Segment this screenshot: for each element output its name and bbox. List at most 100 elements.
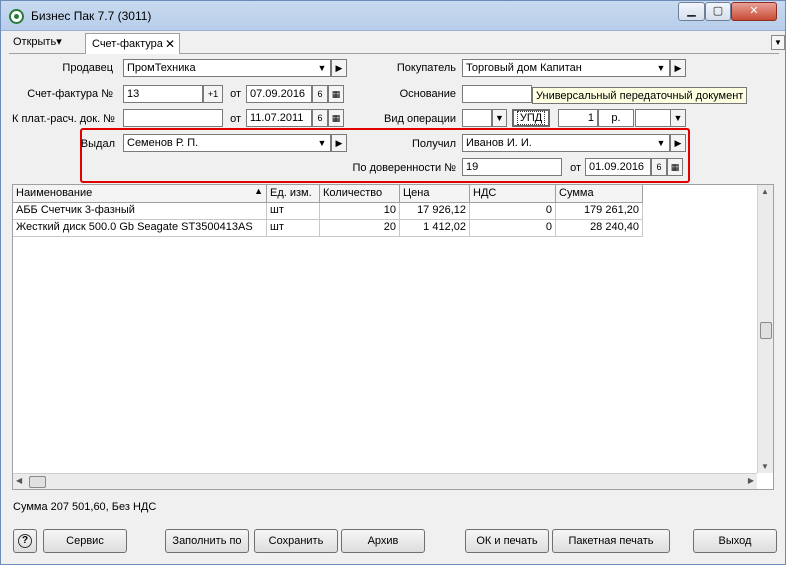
issued-by-label: Выдал [80, 138, 115, 150]
payment-doc-input[interactable] [123, 109, 223, 127]
chevron-down-icon[interactable]: ▼ [655, 136, 667, 150]
batch-print-button[interactable]: Пакетная печать [552, 529, 670, 553]
tab-list-dropdown-icon[interactable]: ▼ [771, 35, 785, 50]
seller-combo[interactable]: ПромТехника ▼ [123, 59, 331, 77]
basis-label: Основание [399, 88, 456, 100]
seller-select-button[interactable]: ▶ [331, 59, 347, 77]
operation-extra-dropdown-icon[interactable]: ▼ [670, 109, 686, 127]
cell-price: 1 412,02 [400, 220, 470, 237]
cell-sum: 179 261,20 [556, 203, 643, 220]
cell-quantity: 20 [320, 220, 400, 237]
seller-value: ПромТехника [127, 62, 196, 74]
cell-vat: 0 [470, 203, 556, 220]
column-header-unit[interactable]: Ед. изм. [267, 185, 320, 203]
archive-button[interactable]: Архив [341, 529, 425, 553]
cell-unit: шт [267, 220, 320, 237]
total-status-text: Сумма 207 501,60, Без НДС [13, 501, 157, 513]
column-header-price[interactable]: Цена [400, 185, 470, 203]
buyer-select-button[interactable]: ▶ [670, 59, 686, 77]
received-by-select-button[interactable]: ▶ [670, 134, 686, 152]
payment-date-day-button[interactable]: 6 [312, 109, 328, 127]
invoice-date-from-label: от [230, 88, 241, 100]
help-icon: ? [18, 534, 32, 548]
scroll-right-icon[interactable]: ▶ [748, 476, 754, 485]
upd-toggle-label: УПД [516, 111, 546, 125]
seller-label: Продавец [62, 62, 113, 74]
calendar-icon[interactable]: ▦ [667, 158, 683, 176]
chevron-down-icon[interactable]: ▼ [316, 136, 328, 150]
invoice-number-label: Счет-фактура № [27, 88, 113, 100]
payment-date-input[interactable]: 11.07.2011 [246, 109, 312, 127]
horizontal-scroll-thumb[interactable] [29, 476, 46, 488]
horizontal-scrollbar[interactable]: ◀ ▶ [13, 473, 757, 489]
operation-extra-input[interactable] [635, 109, 671, 127]
window-title: Бизнес Пак 7.7 (3011) [31, 9, 152, 23]
calendar-icon[interactable]: ▦ [328, 85, 344, 103]
cell-sum: 28 240,40 [556, 220, 643, 237]
received-by-label: Получил [412, 138, 456, 150]
chevron-down-icon[interactable]: ▼ [316, 61, 328, 75]
cell-quantity: 10 [320, 203, 400, 220]
close-tab-icon[interactable]: ✕ [165, 37, 175, 51]
scroll-left-icon[interactable]: ◀ [16, 476, 22, 485]
operation-type-combo[interactable] [462, 109, 492, 127]
cell-name: АББ Счетчик 3-фазный [13, 203, 267, 220]
received-by-value: Иванов И. И. [466, 137, 532, 149]
sort-ascending-icon: ▲ [254, 186, 263, 196]
column-header-vat[interactable]: НДС [470, 185, 556, 203]
invoice-number-input[interactable]: 13 [123, 85, 203, 103]
issued-by-select-button[interactable]: ▶ [331, 134, 347, 152]
exit-button[interactable]: Выход [693, 529, 777, 553]
vertical-scrollbar[interactable]: ▲ ▼ [757, 185, 773, 473]
cell-vat: 0 [470, 220, 556, 237]
increment-number-button[interactable]: +1 [203, 85, 223, 103]
payment-date-from-label: от [230, 113, 241, 125]
received-by-combo[interactable]: Иванов И. И. ▼ [462, 134, 670, 152]
maximize-button[interactable]: ▢ [705, 2, 731, 21]
save-button[interactable]: Сохранить [254, 529, 338, 553]
column-header-quantity[interactable]: Количество [320, 185, 400, 203]
minimize-button[interactable]: ▁ [678, 2, 705, 21]
table-header: Наименование ▲ Ед. изм. Количество Цена … [13, 185, 643, 203]
help-button[interactable]: ? [13, 529, 37, 553]
basis-input[interactable] [462, 85, 532, 103]
app-window: Бизнес Пак 7.7 (3011) ▁ ▢ ✕ Открыть▾ Сче… [0, 0, 786, 565]
cell-unit: шт [267, 203, 320, 220]
invoice-date-day-button[interactable]: 6 [312, 85, 328, 103]
buyer-value: Торговый дом Капитан [466, 62, 582, 74]
proxy-date-from-label: от [570, 162, 581, 174]
table-row[interactable]: АББ Счетчик 3-фазный шт 10 17 926,12 0 1… [13, 203, 643, 220]
tab-invoice[interactable]: Счет-фактура ✕ [85, 33, 180, 54]
close-window-button[interactable]: ✕ [731, 2, 777, 21]
fill-from-button[interactable]: Заполнить по [165, 529, 249, 553]
column-header-name[interactable]: Наименование ▲ [13, 185, 267, 203]
calendar-icon[interactable]: ▦ [328, 109, 344, 127]
ok-and-print-button[interactable]: ОК и печать [465, 529, 549, 553]
upd-tooltip: Универсальный передаточный документ [532, 87, 748, 104]
chevron-down-icon[interactable]: ▼ [655, 61, 667, 75]
proxy-number-input[interactable]: 19 [462, 158, 562, 176]
proxy-date-input[interactable]: 01.09.2016 [585, 158, 651, 176]
proxy-date-day-button[interactable]: 6 [651, 158, 667, 176]
scroll-down-icon[interactable]: ▼ [761, 462, 769, 471]
operation-type-label: Вид операции [384, 113, 456, 125]
tab-bar: Открыть▾ Счет-фактура ✕ ▼ [9, 32, 785, 54]
operation-type-dropdown-icon[interactable]: ▼ [492, 109, 507, 127]
cell-price: 17 926,12 [400, 203, 470, 220]
cell-name: Жесткий диск 500.0 Gb Seagate ST3500413A… [13, 220, 267, 237]
table-row[interactable]: Жесткий диск 500.0 Gb Seagate ST3500413A… [13, 220, 643, 237]
vertical-scroll-thumb[interactable] [760, 322, 772, 339]
scroll-up-icon[interactable]: ▲ [761, 187, 769, 196]
app-logo-icon [9, 9, 24, 24]
currency-unit-input[interactable]: р. [598, 109, 634, 127]
service-button[interactable]: Сервис [43, 529, 127, 553]
issued-by-combo[interactable]: Семенов Р. П. ▼ [123, 134, 331, 152]
column-header-sum[interactable]: Сумма [556, 185, 643, 203]
tab-invoice-label: Счет-фактура [92, 38, 163, 50]
open-menu-button[interactable]: Открыть▾ [13, 35, 62, 48]
upd-toggle-button[interactable]: УПД [512, 109, 550, 127]
proxy-number-label: По доверенности № [352, 162, 457, 174]
currency-qty-input[interactable]: 1 [558, 109, 598, 127]
buyer-combo[interactable]: Торговый дом Капитан ▼ [462, 59, 670, 77]
invoice-date-input[interactable]: 07.09.2016 [246, 85, 312, 103]
